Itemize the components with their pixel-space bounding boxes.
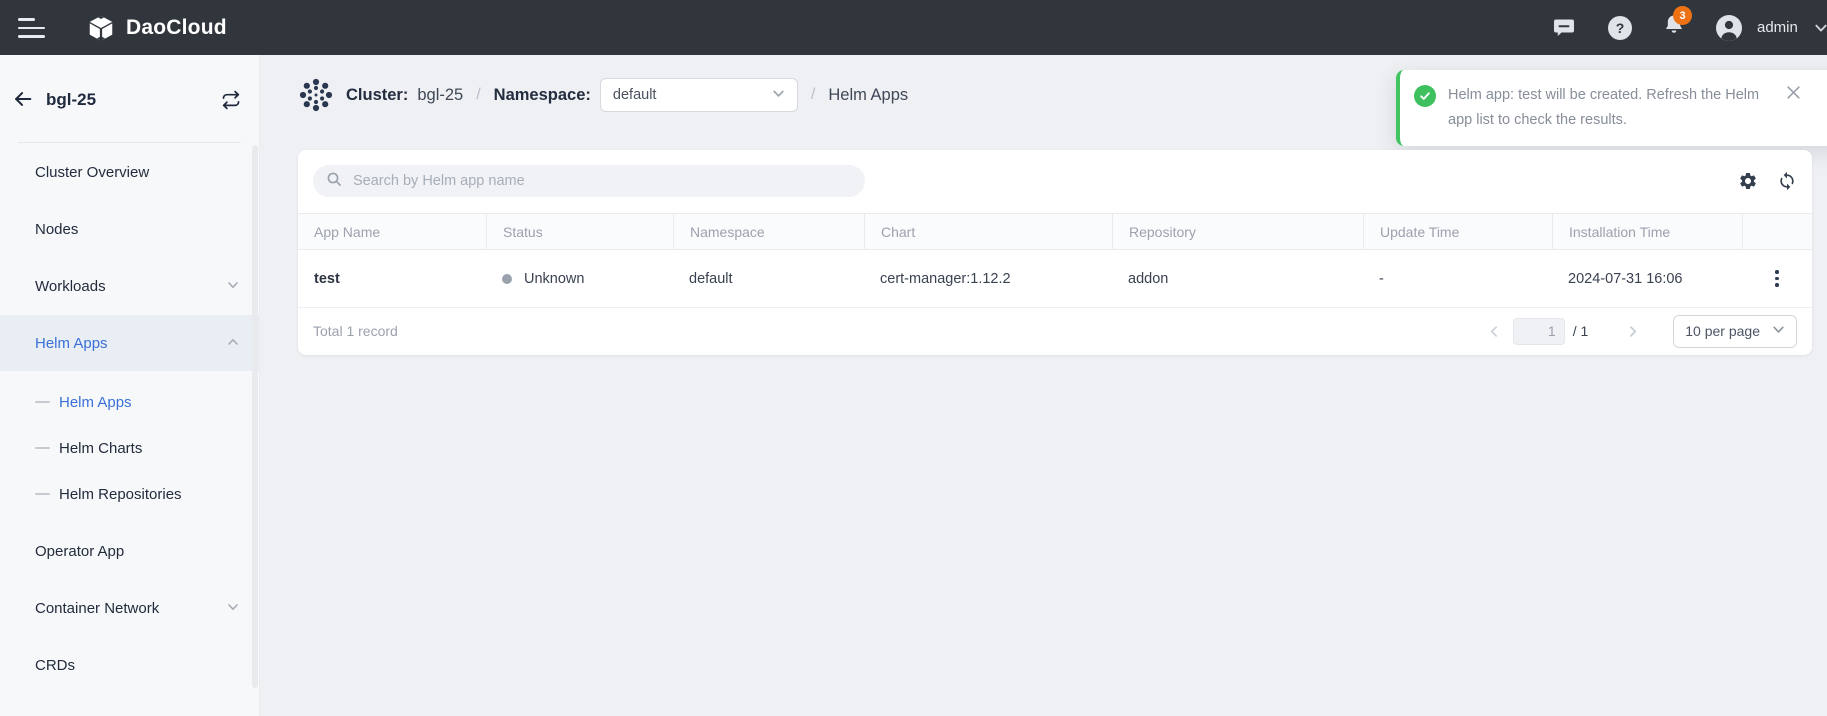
cell-chart: cert-manager:1.12.2 — [864, 271, 1112, 287]
sidebar-nav: Cluster Overview Nodes Workloads Helm Ap… — [0, 144, 259, 694]
namespace-select[interactable]: default — [600, 78, 798, 112]
sidebar-subgroup: Helm Apps Helm Charts Helm Repositories — [0, 371, 259, 523]
notifications-bell-icon[interactable]: 3 — [1662, 0, 1827, 55]
sidebar-item-helm-apps-group[interactable]: Helm Apps — [0, 315, 259, 371]
column-header-repository: Repository — [1112, 214, 1363, 249]
dash-bullet — [35, 493, 50, 495]
messages-icon[interactable] — [1553, 0, 1575, 55]
cluster-dots-icon — [298, 77, 334, 113]
table-row: test Unknown default cert-manager:1.12.2… — [298, 250, 1812, 308]
settings-gear-icon[interactable] — [1738, 171, 1758, 191]
sidebar-divider — [18, 142, 241, 143]
column-header-actions — [1742, 214, 1812, 249]
sidebar-header: bgl-25 — [0, 55, 259, 142]
total-records-text: Total 1 record — [313, 323, 398, 339]
search-bar — [313, 165, 865, 197]
search-input[interactable] — [351, 172, 865, 190]
sidebar-item-cluster-overview[interactable]: Cluster Overview — [0, 144, 259, 201]
page-size-select[interactable]: 10 per page — [1673, 315, 1797, 348]
column-header-chart: Chart — [864, 214, 1112, 249]
top-bar: DaoCloud ? 3 — [0, 0, 1827, 55]
cell-update-time: - — [1363, 271, 1552, 287]
sidebar-item-helm-repositories[interactable]: Helm Repositories — [0, 471, 259, 517]
hamburger-menu-icon[interactable] — [18, 18, 45, 38]
user-menu-chevron-icon[interactable] — [1814, 0, 1827, 55]
sidebar: bgl-25 Cluster Overview Nodes Workloads — [0, 55, 260, 716]
daocloud-cube-icon — [86, 13, 116, 43]
toast-message: Helm app: test will be created. Refresh … — [1448, 83, 1780, 133]
sidebar-item-operator-app[interactable]: Operator App — [0, 523, 259, 580]
brand-logo: DaoCloud — [86, 0, 227, 55]
dash-bullet — [35, 401, 50, 403]
pagination: 1 / 1 10 per page — [1484, 315, 1797, 348]
row-actions-kebab-icon[interactable] — [1767, 264, 1787, 292]
column-header-installation-time: Installation Time — [1552, 214, 1742, 249]
sidebar-item-container-network[interactable]: Container Network — [0, 580, 259, 637]
switch-cluster-icon[interactable] — [220, 89, 242, 111]
app-window: DaoCloud ? 3 — [0, 0, 1827, 716]
success-check-icon — [1414, 85, 1436, 107]
chevron-down-icon — [227, 278, 239, 295]
page-count-text: / 1 — [1573, 323, 1589, 339]
sidebar-item-helm-apps[interactable]: Helm Apps — [0, 379, 259, 425]
search-icon — [326, 171, 342, 192]
next-page-chevron-icon[interactable] — [1622, 321, 1643, 342]
user-name[interactable]: admin — [1757, 0, 1798, 55]
sidebar-item-nodes[interactable]: Nodes — [0, 201, 259, 258]
helm-apps-panel: App Name Status Namespace Chart Reposito… — [298, 150, 1812, 355]
chevron-down-icon — [227, 600, 239, 617]
column-header-app-name: App Name — [298, 214, 486, 249]
user-avatar[interactable] — [1716, 0, 1742, 55]
sidebar-item-crds[interactable]: CRDs — [0, 637, 259, 694]
chevron-down-icon — [1772, 323, 1785, 339]
chevron-up-icon — [227, 335, 239, 352]
status-unknown-dot-icon — [502, 274, 512, 284]
column-header-namespace: Namespace — [673, 214, 864, 249]
close-icon[interactable] — [1786, 85, 1801, 100]
cell-repository: addon — [1112, 271, 1363, 287]
current-page-input[interactable]: 1 — [1513, 318, 1565, 345]
breadcrumb-cluster-value[interactable]: bgl-25 — [417, 86, 463, 105]
breadcrumb-separator: / — [476, 86, 480, 104]
cell-namespace: default — [673, 271, 864, 287]
sidebar-item-helm-charts[interactable]: Helm Charts — [0, 425, 259, 471]
success-toast: Helm app: test will be created. Refresh … — [1396, 70, 1827, 146]
page-size-value: 10 per page — [1685, 323, 1760, 339]
table-header: App Name Status Namespace Chart Reposito… — [298, 213, 1812, 250]
help-icon[interactable]: ? — [1608, 0, 1632, 55]
notification-badge: 3 — [1673, 6, 1692, 25]
dash-bullet — [35, 447, 50, 449]
sidebar-item-workloads[interactable]: Workloads — [0, 258, 259, 315]
column-header-status: Status — [486, 214, 673, 249]
cell-installation-time: 2024-07-31 16:06 — [1552, 271, 1742, 287]
cell-app-name: test — [314, 271, 340, 287]
brand-name: DaoCloud — [126, 16, 227, 40]
table-footer: Total 1 record 1 / 1 10 per page — [298, 307, 1812, 355]
sidebar-scrollbar[interactable] — [252, 145, 258, 688]
column-header-update-time: Update Time — [1363, 214, 1552, 249]
breadcrumb-separator: / — [811, 86, 815, 104]
refresh-icon[interactable] — [1777, 171, 1797, 191]
breadcrumb: Cluster: bgl-25 / Namespace: default / H… — [298, 74, 908, 116]
previous-page-chevron-icon[interactable] — [1484, 321, 1505, 342]
breadcrumb-page-title: Helm Apps — [828, 86, 908, 105]
breadcrumb-namespace-label: Namespace: — [494, 86, 591, 105]
back-arrow-icon[interactable] — [12, 88, 34, 110]
sidebar-cluster-name: bgl-25 — [46, 90, 96, 110]
cell-status: Unknown — [486, 271, 673, 287]
breadcrumb-cluster-label: Cluster: — [346, 86, 408, 105]
namespace-select-value: default — [613, 87, 657, 103]
chevron-down-icon — [772, 87, 785, 104]
